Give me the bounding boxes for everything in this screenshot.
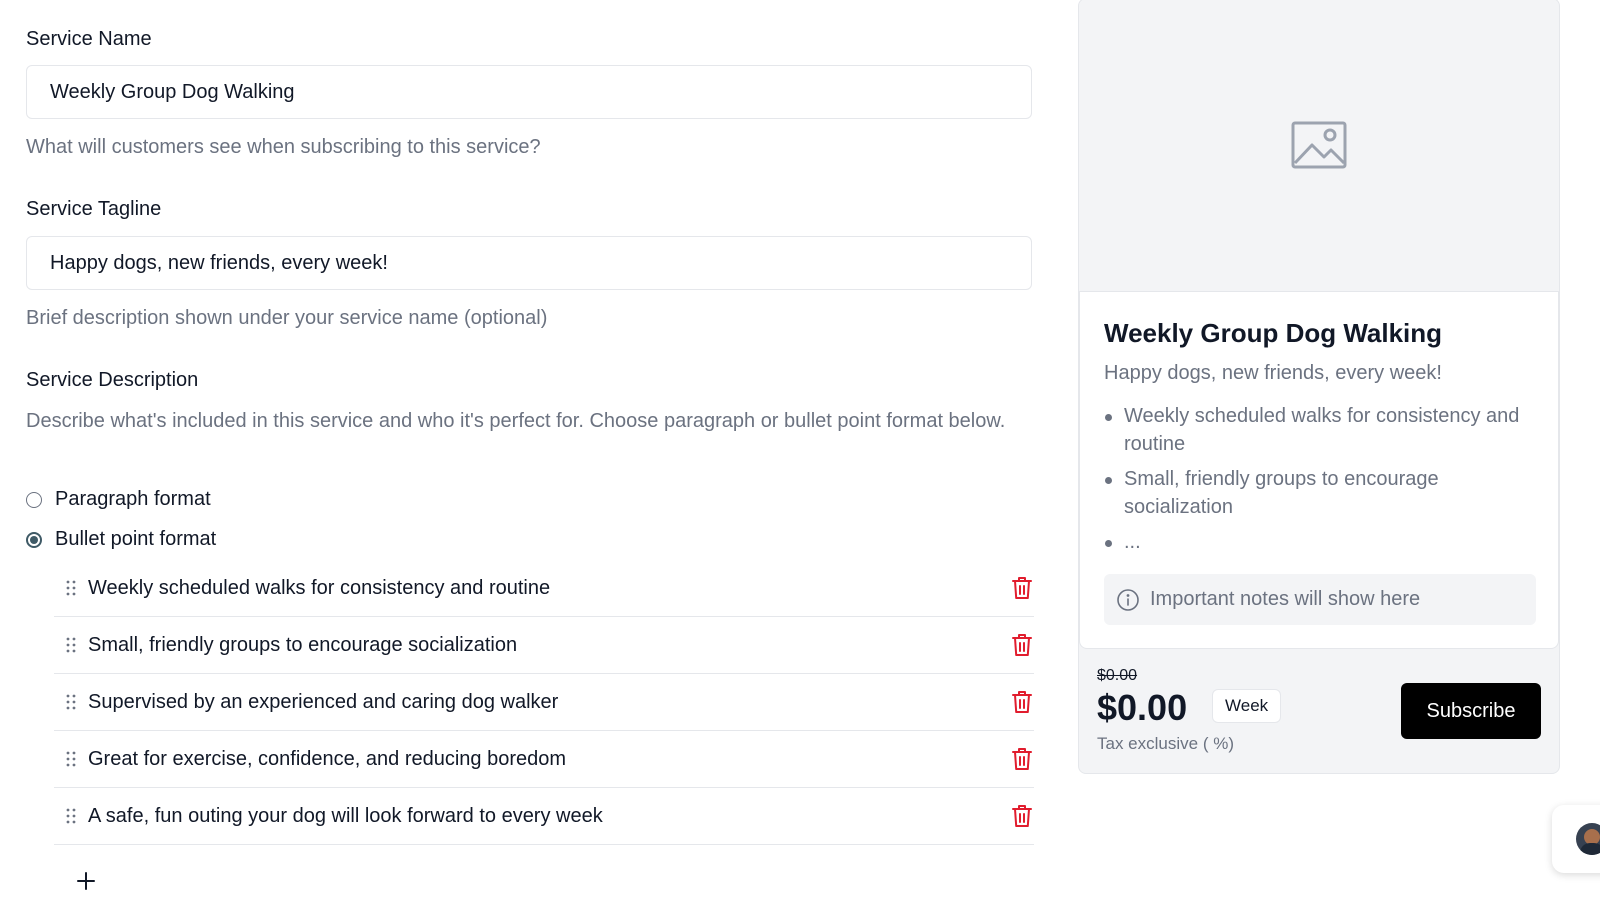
- trash-icon[interactable]: [1010, 747, 1034, 771]
- subscribe-button[interactable]: Subscribe: [1401, 683, 1541, 739]
- preview-tagline: Happy dogs, new friends, every week!: [1104, 362, 1442, 384]
- description-help: Describe what's included in this service…: [26, 410, 1006, 432]
- tagline-label: Service Tagline: [26, 198, 162, 220]
- radio-button[interactable]: [26, 491, 42, 508]
- preview-title: Weekly Group Dog Walking: [1104, 318, 1443, 348]
- trash-icon[interactable]: [1010, 576, 1034, 600]
- preview-bullet-item: ...: [1104, 528, 1524, 556]
- important-note: Important notes will show here: [1104, 574, 1536, 625]
- avatar[interactable]: [1576, 823, 1600, 855]
- preview-bullet-list: Weekly scheduled walks for consistency a…: [1104, 402, 1524, 563]
- tax-info: Tax exclusive ( %): [1097, 734, 1234, 753]
- bullet-text[interactable]: Supervised by an experienced and caring …: [88, 691, 1010, 714]
- bullet-text[interactable]: Small, friendly groups to encourage soci…: [88, 634, 1010, 657]
- note-text: Important notes will show here: [1150, 588, 1421, 610]
- trash-icon[interactable]: [1010, 633, 1034, 657]
- original-price: $0.00: [1097, 667, 1138, 684]
- radio-paragraph-format[interactable]: Paragraph format: [26, 488, 211, 511]
- image-placeholder: [1079, 0, 1559, 291]
- price: $0.00: [1097, 687, 1188, 728]
- chat-widget[interactable]: [1552, 805, 1600, 873]
- tagline-input[interactable]: Happy dogs, new friends, every week!: [26, 236, 1032, 290]
- billing-period-badge: Week: [1212, 689, 1282, 723]
- description-label: Service Description: [26, 369, 199, 391]
- drag-handle-icon[interactable]: [54, 579, 88, 597]
- service-name-help: What will customers see when subscribing…: [26, 136, 541, 158]
- trash-icon[interactable]: [1010, 690, 1034, 714]
- bullet-text[interactable]: A safe, fun outing your dog will look fo…: [88, 805, 1010, 828]
- preview-panel: Weekly Group Dog Walking Happy dogs, new…: [1078, 0, 1560, 774]
- bullet-row: Weekly scheduled walks for consistency a…: [54, 560, 1034, 617]
- tagline-help: Brief description shown under your servi…: [26, 307, 548, 329]
- trash-icon[interactable]: [1010, 804, 1034, 828]
- bullet-list: Weekly scheduled walks for consistency a…: [54, 560, 1034, 845]
- preview-bullet-item: Small, friendly groups to encourage soci…: [1104, 465, 1524, 521]
- radio-bullet-format[interactable]: Bullet point format: [26, 528, 216, 551]
- image-icon: [1291, 121, 1347, 169]
- add-bullet-button[interactable]: [76, 867, 96, 897]
- drag-handle-icon[interactable]: [54, 693, 88, 711]
- bullet-row: Supervised by an experienced and caring …: [54, 674, 1034, 731]
- bullet-text[interactable]: Great for exercise, confidence, and redu…: [88, 748, 1010, 771]
- drag-handle-icon[interactable]: [54, 636, 88, 654]
- bullet-row: Great for exercise, confidence, and redu…: [54, 731, 1034, 788]
- service-name-label: Service Name: [26, 28, 152, 50]
- bullet-text[interactable]: Weekly scheduled walks for consistency a…: [88, 577, 1010, 600]
- drag-handle-icon[interactable]: [54, 807, 88, 825]
- radio-button-selected[interactable]: [26, 531, 42, 548]
- service-name-input[interactable]: Weekly Group Dog Walking: [26, 65, 1032, 119]
- drag-handle-icon[interactable]: [54, 750, 88, 768]
- bullet-row: Small, friendly groups to encourage soci…: [54, 617, 1034, 674]
- plus-icon: [77, 872, 95, 890]
- radio-label: Paragraph format: [55, 488, 211, 510]
- bullet-row: A safe, fun outing your dog will look fo…: [54, 788, 1034, 845]
- radio-label: Bullet point format: [55, 528, 217, 550]
- preview-bullet-item: Weekly scheduled walks for consistency a…: [1104, 402, 1524, 458]
- info-icon: [1116, 588, 1140, 612]
- preview-card: Weekly Group Dog Walking Happy dogs, new…: [1079, 291, 1559, 649]
